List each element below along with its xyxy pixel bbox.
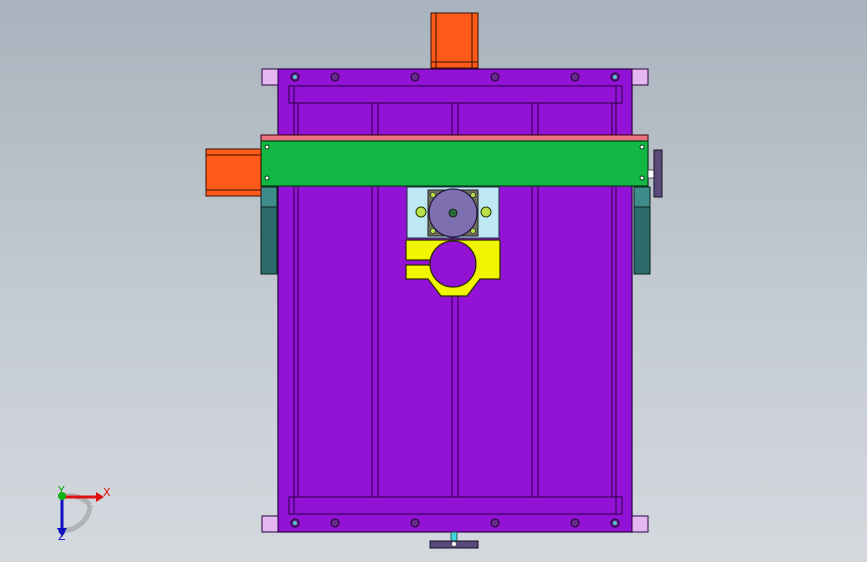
triad-z-label: Z (58, 530, 66, 543)
gantry-beam[interactable] (260, 134, 649, 187)
cnc-model-drawing[interactable] (0, 0, 867, 562)
top-stepper-motor[interactable] (430, 12, 479, 69)
triad-y-label: Y (58, 484, 65, 497)
spindle-motor[interactable] (428, 188, 478, 238)
cad-viewport[interactable]: X Y Z (0, 0, 867, 562)
triad-x-label: X (103, 486, 111, 499)
bottom-handwheel[interactable] (429, 531, 479, 549)
left-stepper-motor[interactable] (205, 148, 262, 197)
